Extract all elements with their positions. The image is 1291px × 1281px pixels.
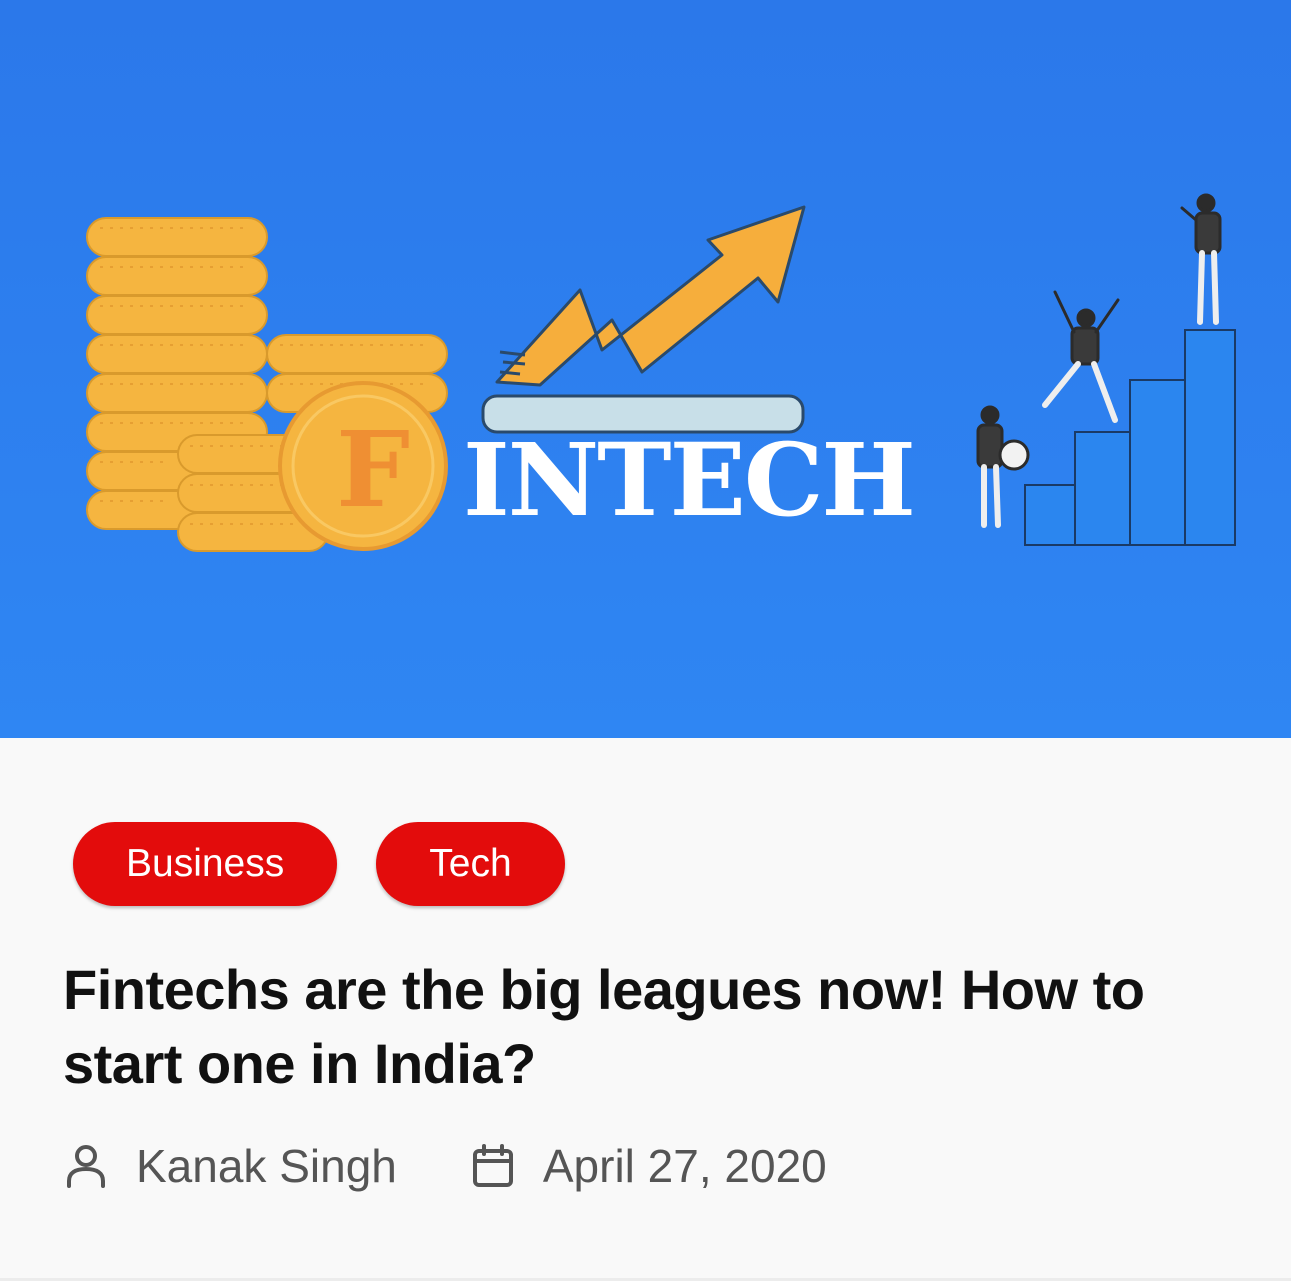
author-info[interactable]: Kanak Singh: [62, 1139, 397, 1193]
date-info: April 27, 2020: [469, 1139, 827, 1193]
bar-steps-icon: [1024, 329, 1236, 546]
tag-tech[interactable]: Tech: [376, 822, 565, 906]
tag-business[interactable]: Business: [73, 822, 338, 906]
growth-arrow-icon: [481, 205, 806, 434]
coin-letter: F: [336, 408, 410, 531]
article-card[interactable]: F INTECH Business Tech Fintechs are the …: [0, 0, 1291, 1281]
author-name: Kanak Singh: [136, 1140, 397, 1192]
article-title[interactable]: Fintechs are the big leagues now! How to…: [63, 953, 1243, 1101]
tag-list: Business Tech: [73, 822, 565, 906]
user-icon: [62, 1141, 110, 1191]
calendar-icon: [469, 1141, 517, 1191]
hero-image[interactable]: F INTECH: [0, 0, 1291, 738]
fintech-illustration: [86, 193, 1236, 552]
publish-date: April 27, 2020: [542, 1140, 827, 1192]
article-meta: Kanak Singh April 27, 2020: [62, 1139, 827, 1193]
hero-word: INTECH: [463, 421, 916, 539]
